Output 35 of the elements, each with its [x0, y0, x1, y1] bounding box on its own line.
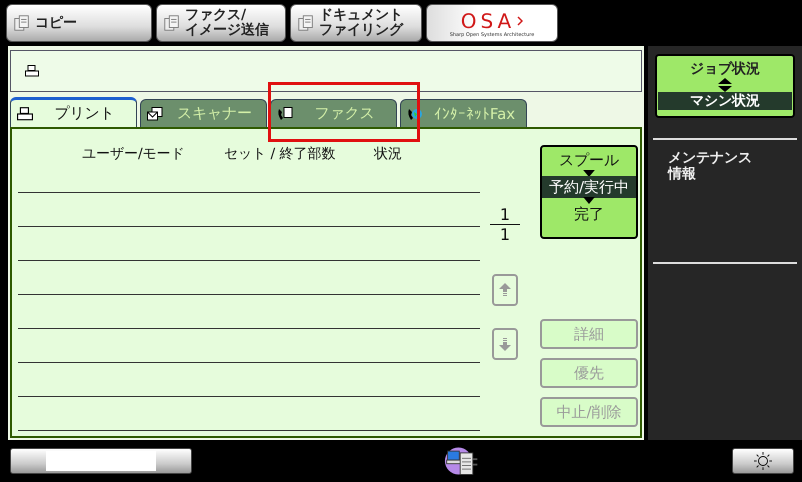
mode-button[interactable]: コピー [6, 4, 152, 42]
printer-icon [25, 65, 39, 77]
mode-button[interactable]: ドキュメント ファイリング [290, 4, 422, 42]
page-total: 1 [490, 224, 520, 244]
document-icon [163, 14, 181, 32]
phone-icon [277, 106, 293, 120]
globe-phone-icon [407, 106, 423, 120]
scroll-up-button[interactable] [492, 274, 518, 306]
page-number: 1 [500, 205, 510, 224]
queue-option[interactable]: 予約/実行中 [542, 176, 636, 198]
brightness-button[interactable] [732, 448, 794, 474]
down-triangle-icon [583, 197, 595, 204]
printer-status-icon [444, 445, 480, 477]
side-menu-item[interactable]: メンテナンス 情報 [668, 150, 752, 182]
chevron-icon [517, 16, 524, 26]
tab[interactable]: プリント [10, 97, 137, 127]
up-down-arrow-icon [718, 78, 732, 92]
sun-icon [754, 452, 772, 470]
queue-option[interactable]: スプール [542, 149, 636, 171]
status-option[interactable]: ジョブ状況 [658, 60, 792, 78]
document-icon [13, 14, 31, 32]
envelope-icon [147, 106, 163, 120]
login-button[interactable] [10, 448, 192, 474]
status-option[interactable]: マシン状況 [658, 92, 792, 110]
column-header: セット / 終了部数 [224, 145, 337, 163]
down-triangle-icon [583, 170, 595, 177]
column-header: 状況 [374, 145, 402, 163]
up-arrow-icon [499, 283, 511, 297]
queue-option[interactable]: 完了 [542, 203, 636, 225]
down-arrow-icon [499, 337, 511, 351]
scroll-down-button[interactable] [492, 328, 518, 360]
document-icon [297, 14, 315, 32]
printer-icon [17, 106, 33, 120]
mode-button[interactable]: ファクス/ イメージ送信 [156, 4, 286, 42]
column-header: ユーザー/モード [82, 145, 186, 163]
